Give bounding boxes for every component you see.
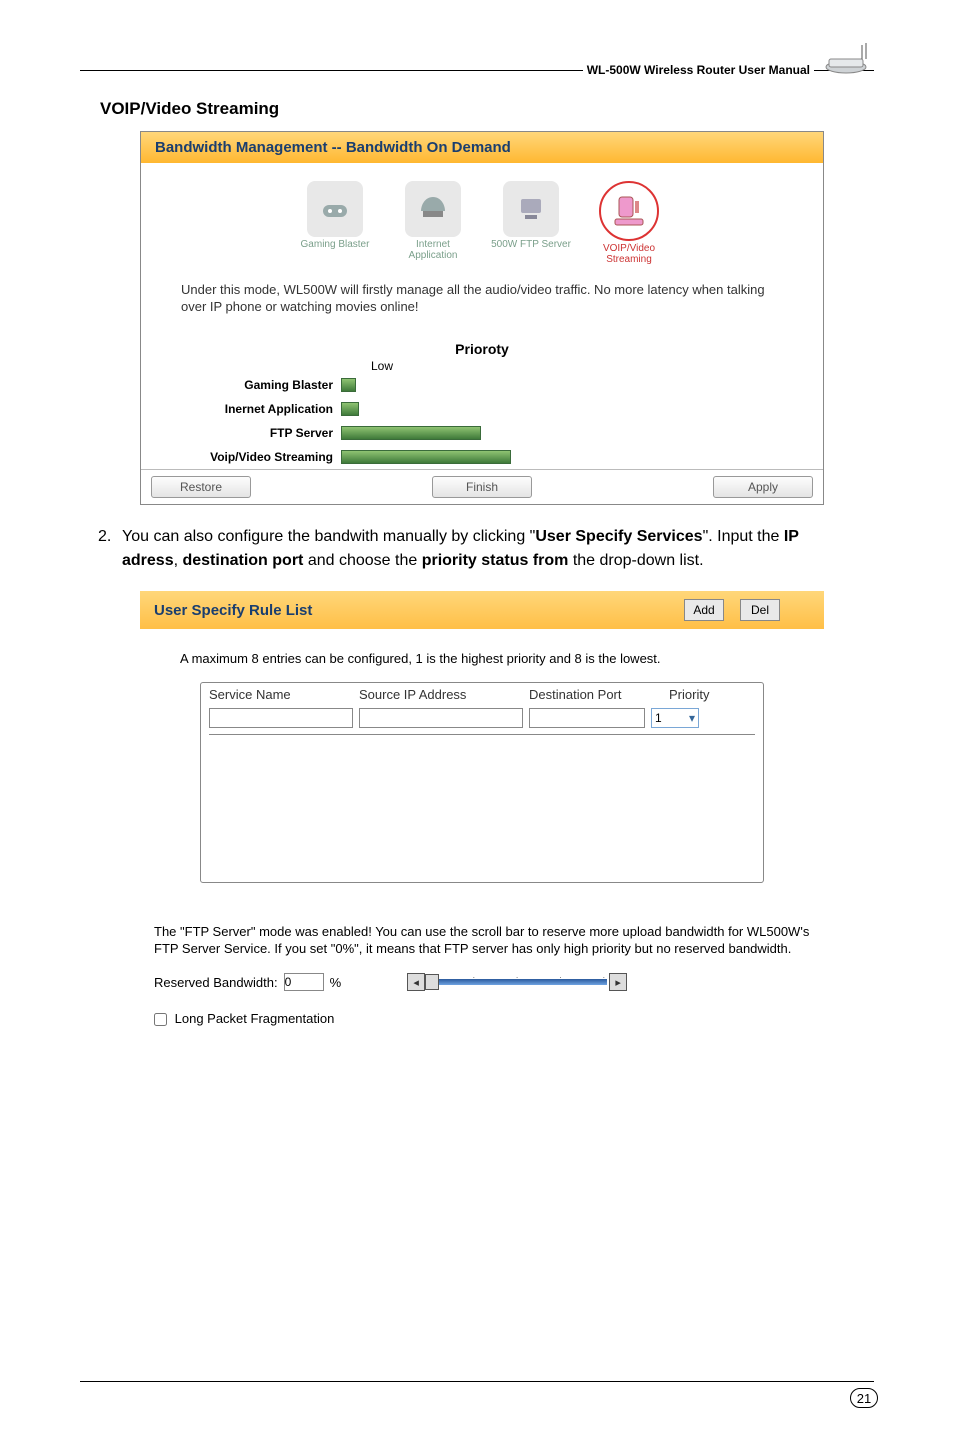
priority-row-voip: Voip/Video Streaming bbox=[141, 445, 823, 469]
restore-button[interactable]: Restore bbox=[151, 476, 251, 498]
mode-voip-label: VOIP/Video Streaming bbox=[589, 243, 669, 265]
row-gaming-bar[interactable] bbox=[341, 378, 356, 392]
lpf-label: Long Packet Fragmentation bbox=[175, 1011, 335, 1026]
rule-list-header: User Specify Rule List Add Del bbox=[140, 591, 824, 629]
instruction-step-2: 2. You can also configure the bandwith m… bbox=[122, 525, 854, 573]
rule-list-title: User Specify Rule List bbox=[154, 602, 668, 619]
lpf-checkbox[interactable] bbox=[154, 1013, 167, 1026]
mode-voip[interactable]: VOIP/Video Streaming bbox=[589, 181, 669, 265]
footer-rule: 21 bbox=[80, 1381, 874, 1382]
slider-thumb[interactable] bbox=[425, 974, 439, 990]
row-ftp-bar[interactable] bbox=[341, 426, 481, 440]
mode-internet-label: Internet Application bbox=[393, 239, 473, 261]
section-title: VOIP/Video Streaming bbox=[100, 99, 874, 119]
service-name-input[interactable] bbox=[209, 708, 353, 728]
row-gaming-label: Gaming Blaster bbox=[181, 378, 341, 392]
mode-gaming-label: Gaming Blaster bbox=[295, 239, 375, 250]
slider-right-icon[interactable]: ▸ bbox=[609, 973, 627, 991]
t9: the drop-down list. bbox=[568, 552, 703, 569]
destination-port-input[interactable] bbox=[529, 708, 645, 728]
row-voip-bar[interactable] bbox=[341, 450, 511, 464]
lpf-row: Long Packet Fragmentation bbox=[140, 997, 824, 1040]
col-source-ip: Source IP Address bbox=[359, 687, 529, 702]
priority-select[interactable]: 1▾ bbox=[651, 708, 699, 728]
col-dest-port: Destination Port bbox=[529, 687, 669, 702]
mode-gaming[interactable]: Gaming Blaster bbox=[295, 181, 375, 265]
col-service-name: Service Name bbox=[209, 687, 359, 702]
page-number: 21 bbox=[850, 1388, 878, 1408]
add-button[interactable]: Add bbox=[684, 599, 724, 621]
priority-row-ftp: FTP Server bbox=[141, 421, 823, 445]
bandwidth-panel: Bandwidth Management -- Bandwidth On Dem… bbox=[140, 131, 824, 505]
row-voip-label: Voip/Video Streaming bbox=[181, 450, 341, 464]
header-title: WL-500W Wireless Router User Manual bbox=[583, 63, 814, 77]
priority-value: 1 bbox=[655, 711, 662, 725]
rule-table-body[interactable] bbox=[209, 734, 755, 874]
panel-button-row: Restore Finish Apply bbox=[141, 469, 823, 504]
finish-button[interactable]: Finish bbox=[432, 476, 532, 498]
t7: and choose the bbox=[303, 552, 421, 569]
priority-row-gaming: Gaming Blaster bbox=[141, 373, 823, 397]
col-priority: Priority bbox=[669, 687, 729, 702]
priority-low-label: Low bbox=[371, 359, 823, 373]
t6: destination port bbox=[182, 552, 303, 569]
t3: ". Input the bbox=[703, 528, 784, 545]
row-internet-label: Inernet Application bbox=[181, 402, 341, 416]
ftp-note: The "FTP Server" mode was enabled! You c… bbox=[140, 883, 824, 967]
slider-left-icon[interactable]: ◂ bbox=[407, 973, 425, 991]
panel-header: Bandwidth Management -- Bandwidth On Dem… bbox=[141, 132, 823, 163]
t2: User Specify Services bbox=[535, 528, 702, 545]
slider-track[interactable]: ····· bbox=[427, 979, 607, 985]
source-ip-input[interactable] bbox=[359, 708, 523, 728]
percent-label: % bbox=[330, 975, 342, 990]
chevron-down-icon: ▾ bbox=[689, 711, 695, 725]
apply-button[interactable]: Apply bbox=[713, 476, 813, 498]
rule-table: Service Name Source IP Address Destinati… bbox=[200, 682, 764, 883]
reserved-input[interactable] bbox=[284, 973, 324, 991]
rule-table-header: Service Name Source IP Address Destinati… bbox=[201, 683, 763, 706]
rule-list-note: A maximum 8 entries can be configured, 1… bbox=[140, 629, 824, 678]
rule-list-panel: User Specify Rule List Add Del A maximum… bbox=[140, 591, 824, 883]
t1: You can also configure the bandwith manu… bbox=[122, 528, 535, 545]
bandwidth-slider[interactable]: ◂ ····· ▸ bbox=[407, 973, 627, 991]
step-number: 2. bbox=[98, 525, 111, 549]
del-button[interactable]: Del bbox=[740, 599, 780, 621]
priority-row-internet: Inernet Application bbox=[141, 397, 823, 421]
router-icon bbox=[824, 41, 874, 76]
row-internet-bar[interactable] bbox=[341, 402, 359, 416]
mode-ftp[interactable]: 500W FTP Server bbox=[491, 181, 571, 265]
priority-title: Prioroty bbox=[141, 335, 823, 359]
mode-internet[interactable]: Internet Application bbox=[393, 181, 473, 265]
mode-description: Under this mode, WL500W will firstly man… bbox=[141, 275, 823, 335]
header-rule: WL-500W Wireless Router User Manual bbox=[80, 70, 874, 71]
mode-ftp-label: 500W FTP Server bbox=[491, 239, 571, 250]
reserved-label: Reserved Bandwidth: bbox=[154, 975, 278, 990]
rule-input-row: 1▾ bbox=[201, 706, 763, 734]
t8: priority status from bbox=[422, 552, 569, 569]
row-ftp-label: FTP Server bbox=[181, 426, 341, 440]
reserved-bandwidth-row: Reserved Bandwidth: % ◂ ····· ▸ bbox=[140, 967, 824, 997]
mode-strip: Gaming Blaster Internet Application 500W… bbox=[141, 163, 823, 275]
